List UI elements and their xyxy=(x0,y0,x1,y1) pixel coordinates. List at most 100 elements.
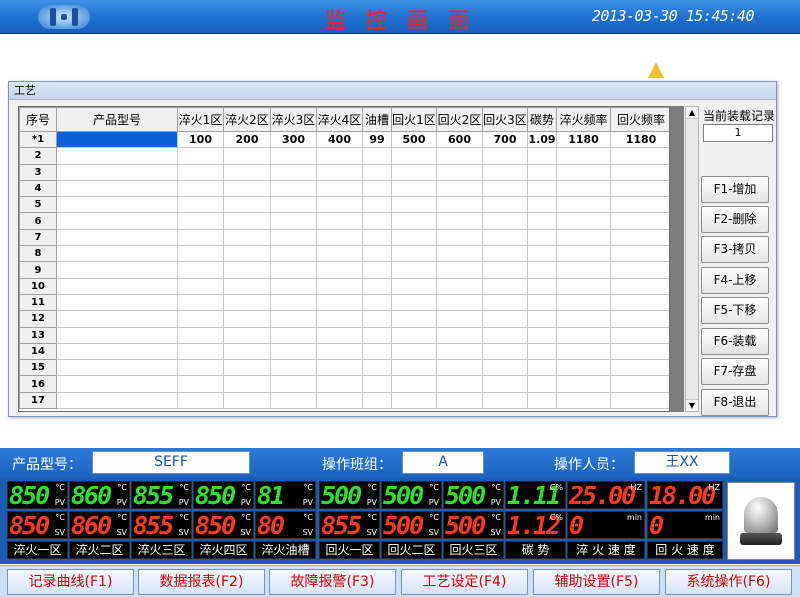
table-cell[interactable] xyxy=(527,261,557,279)
table-cell[interactable] xyxy=(482,375,528,393)
add-button[interactable]: F1-增加 xyxy=(701,176,769,203)
table-cell[interactable] xyxy=(436,147,483,165)
scroll-up-icon[interactable]: ▲ xyxy=(686,107,698,119)
table-cell[interactable] xyxy=(391,196,437,214)
table-cell[interactable] xyxy=(556,391,611,410)
table-cell[interactable] xyxy=(362,196,392,214)
table-cell[interactable] xyxy=(436,245,483,263)
table-cell[interactable] xyxy=(391,293,437,312)
table-cell[interactable]: 1180 xyxy=(610,130,669,149)
table-cell[interactable] xyxy=(177,310,224,328)
table-cell[interactable] xyxy=(362,342,392,361)
table-cell[interactable] xyxy=(362,147,392,165)
table-cell[interactable] xyxy=(482,245,528,263)
table-cell[interactable] xyxy=(223,196,271,214)
table-cell[interactable] xyxy=(482,261,528,279)
table-cell[interactable] xyxy=(223,147,271,165)
table-cell[interactable] xyxy=(316,245,363,263)
table-cell[interactable] xyxy=(362,375,392,393)
table-cell[interactable] xyxy=(556,375,611,393)
table-cell[interactable] xyxy=(527,310,557,328)
table-cell[interactable] xyxy=(270,245,317,263)
table-cell[interactable] xyxy=(270,326,317,344)
table-cell[interactable] xyxy=(556,326,611,344)
table-row[interactable]: 9 xyxy=(19,261,669,279)
table-cell[interactable] xyxy=(316,196,363,214)
table-cell[interactable] xyxy=(223,342,271,361)
team-field[interactable]: A xyxy=(402,451,484,474)
table-cell[interactable] xyxy=(56,196,178,214)
table-cell[interactable] xyxy=(316,228,363,247)
delete-button[interactable]: F2-删除 xyxy=(701,206,769,233)
table-row[interactable]: 11 xyxy=(19,293,669,312)
table-cell[interactable] xyxy=(556,163,611,181)
table-cell[interactable] xyxy=(482,326,528,344)
table-cell[interactable] xyxy=(556,228,611,247)
table-cell[interactable] xyxy=(556,147,611,165)
table-cell[interactable] xyxy=(527,163,557,181)
table-cell[interactable] xyxy=(527,359,557,377)
table-cell[interactable] xyxy=(270,179,317,198)
table-cell[interactable] xyxy=(391,228,437,247)
table-cell[interactable] xyxy=(556,359,611,377)
table-cell[interactable] xyxy=(223,179,271,198)
table-cell[interactable]: 100 xyxy=(177,130,224,149)
table-cell[interactable] xyxy=(316,342,363,361)
table-cell[interactable] xyxy=(436,228,483,247)
menu-process-settings[interactable]: 工艺设定(F4) xyxy=(401,569,528,595)
table-cell[interactable] xyxy=(482,228,528,247)
table-cell[interactable] xyxy=(556,277,611,295)
copy-button[interactable]: F3-拷贝 xyxy=(701,236,769,263)
table-cell[interactable] xyxy=(610,147,669,165)
table-cell[interactable] xyxy=(223,277,271,295)
table-cell[interactable]: 1.09 xyxy=(527,130,557,149)
table-cell[interactable]: 600 xyxy=(436,130,483,149)
table-cell[interactable] xyxy=(362,163,392,181)
table-cell[interactable] xyxy=(362,391,392,410)
table-cell[interactable] xyxy=(527,342,557,361)
table-row[interactable]: 17 xyxy=(19,391,669,410)
table-cell[interactable] xyxy=(391,147,437,165)
table-cell[interactable] xyxy=(56,277,178,295)
table-cell[interactable]: 700 xyxy=(482,130,528,149)
menu-record-curve[interactable]: 记录曲线(F1) xyxy=(7,569,134,595)
table-cell[interactable]: 99 xyxy=(362,130,392,149)
table-cell[interactable] xyxy=(362,228,392,247)
table-cell[interactable] xyxy=(270,196,317,214)
table-cell[interactable] xyxy=(482,212,528,230)
table-cell[interactable] xyxy=(177,212,224,230)
table-cell[interactable] xyxy=(436,212,483,230)
table-row[interactable]: 2 xyxy=(19,147,669,165)
table-cell[interactable] xyxy=(56,375,178,393)
table-cell[interactable] xyxy=(527,277,557,295)
table-cell[interactable] xyxy=(56,179,178,198)
table-cell[interactable] xyxy=(270,391,317,410)
table-cell[interactable] xyxy=(56,261,178,279)
table-cell[interactable] xyxy=(436,196,483,214)
table-cell[interactable] xyxy=(391,342,437,361)
table-cell[interactable] xyxy=(436,326,483,344)
table-cell[interactable] xyxy=(362,245,392,263)
table-cell[interactable] xyxy=(270,147,317,165)
table-cell[interactable] xyxy=(223,261,271,279)
table-cell[interactable] xyxy=(482,147,528,165)
table-cell[interactable] xyxy=(610,245,669,263)
table-cell[interactable] xyxy=(610,359,669,377)
table-cell[interactable] xyxy=(556,245,611,263)
table-row[interactable]: 16 xyxy=(19,375,669,393)
table-cell[interactable] xyxy=(527,179,557,198)
table-cell[interactable] xyxy=(56,293,178,312)
table-cell[interactable] xyxy=(527,326,557,344)
table-cell[interactable] xyxy=(391,310,437,328)
table-row[interactable]: 3 xyxy=(19,163,669,181)
menu-data-report[interactable]: 数据报表(F2) xyxy=(138,569,265,595)
table-cell[interactable] xyxy=(610,196,669,214)
table-cell[interactable] xyxy=(362,359,392,377)
table-cell[interactable] xyxy=(482,359,528,377)
table-cell[interactable] xyxy=(316,310,363,328)
table-cell[interactable] xyxy=(56,228,178,247)
table-cell[interactable] xyxy=(391,261,437,279)
table-cell[interactable] xyxy=(270,261,317,279)
table-cell[interactable] xyxy=(556,342,611,361)
table-cell[interactable] xyxy=(482,293,528,312)
